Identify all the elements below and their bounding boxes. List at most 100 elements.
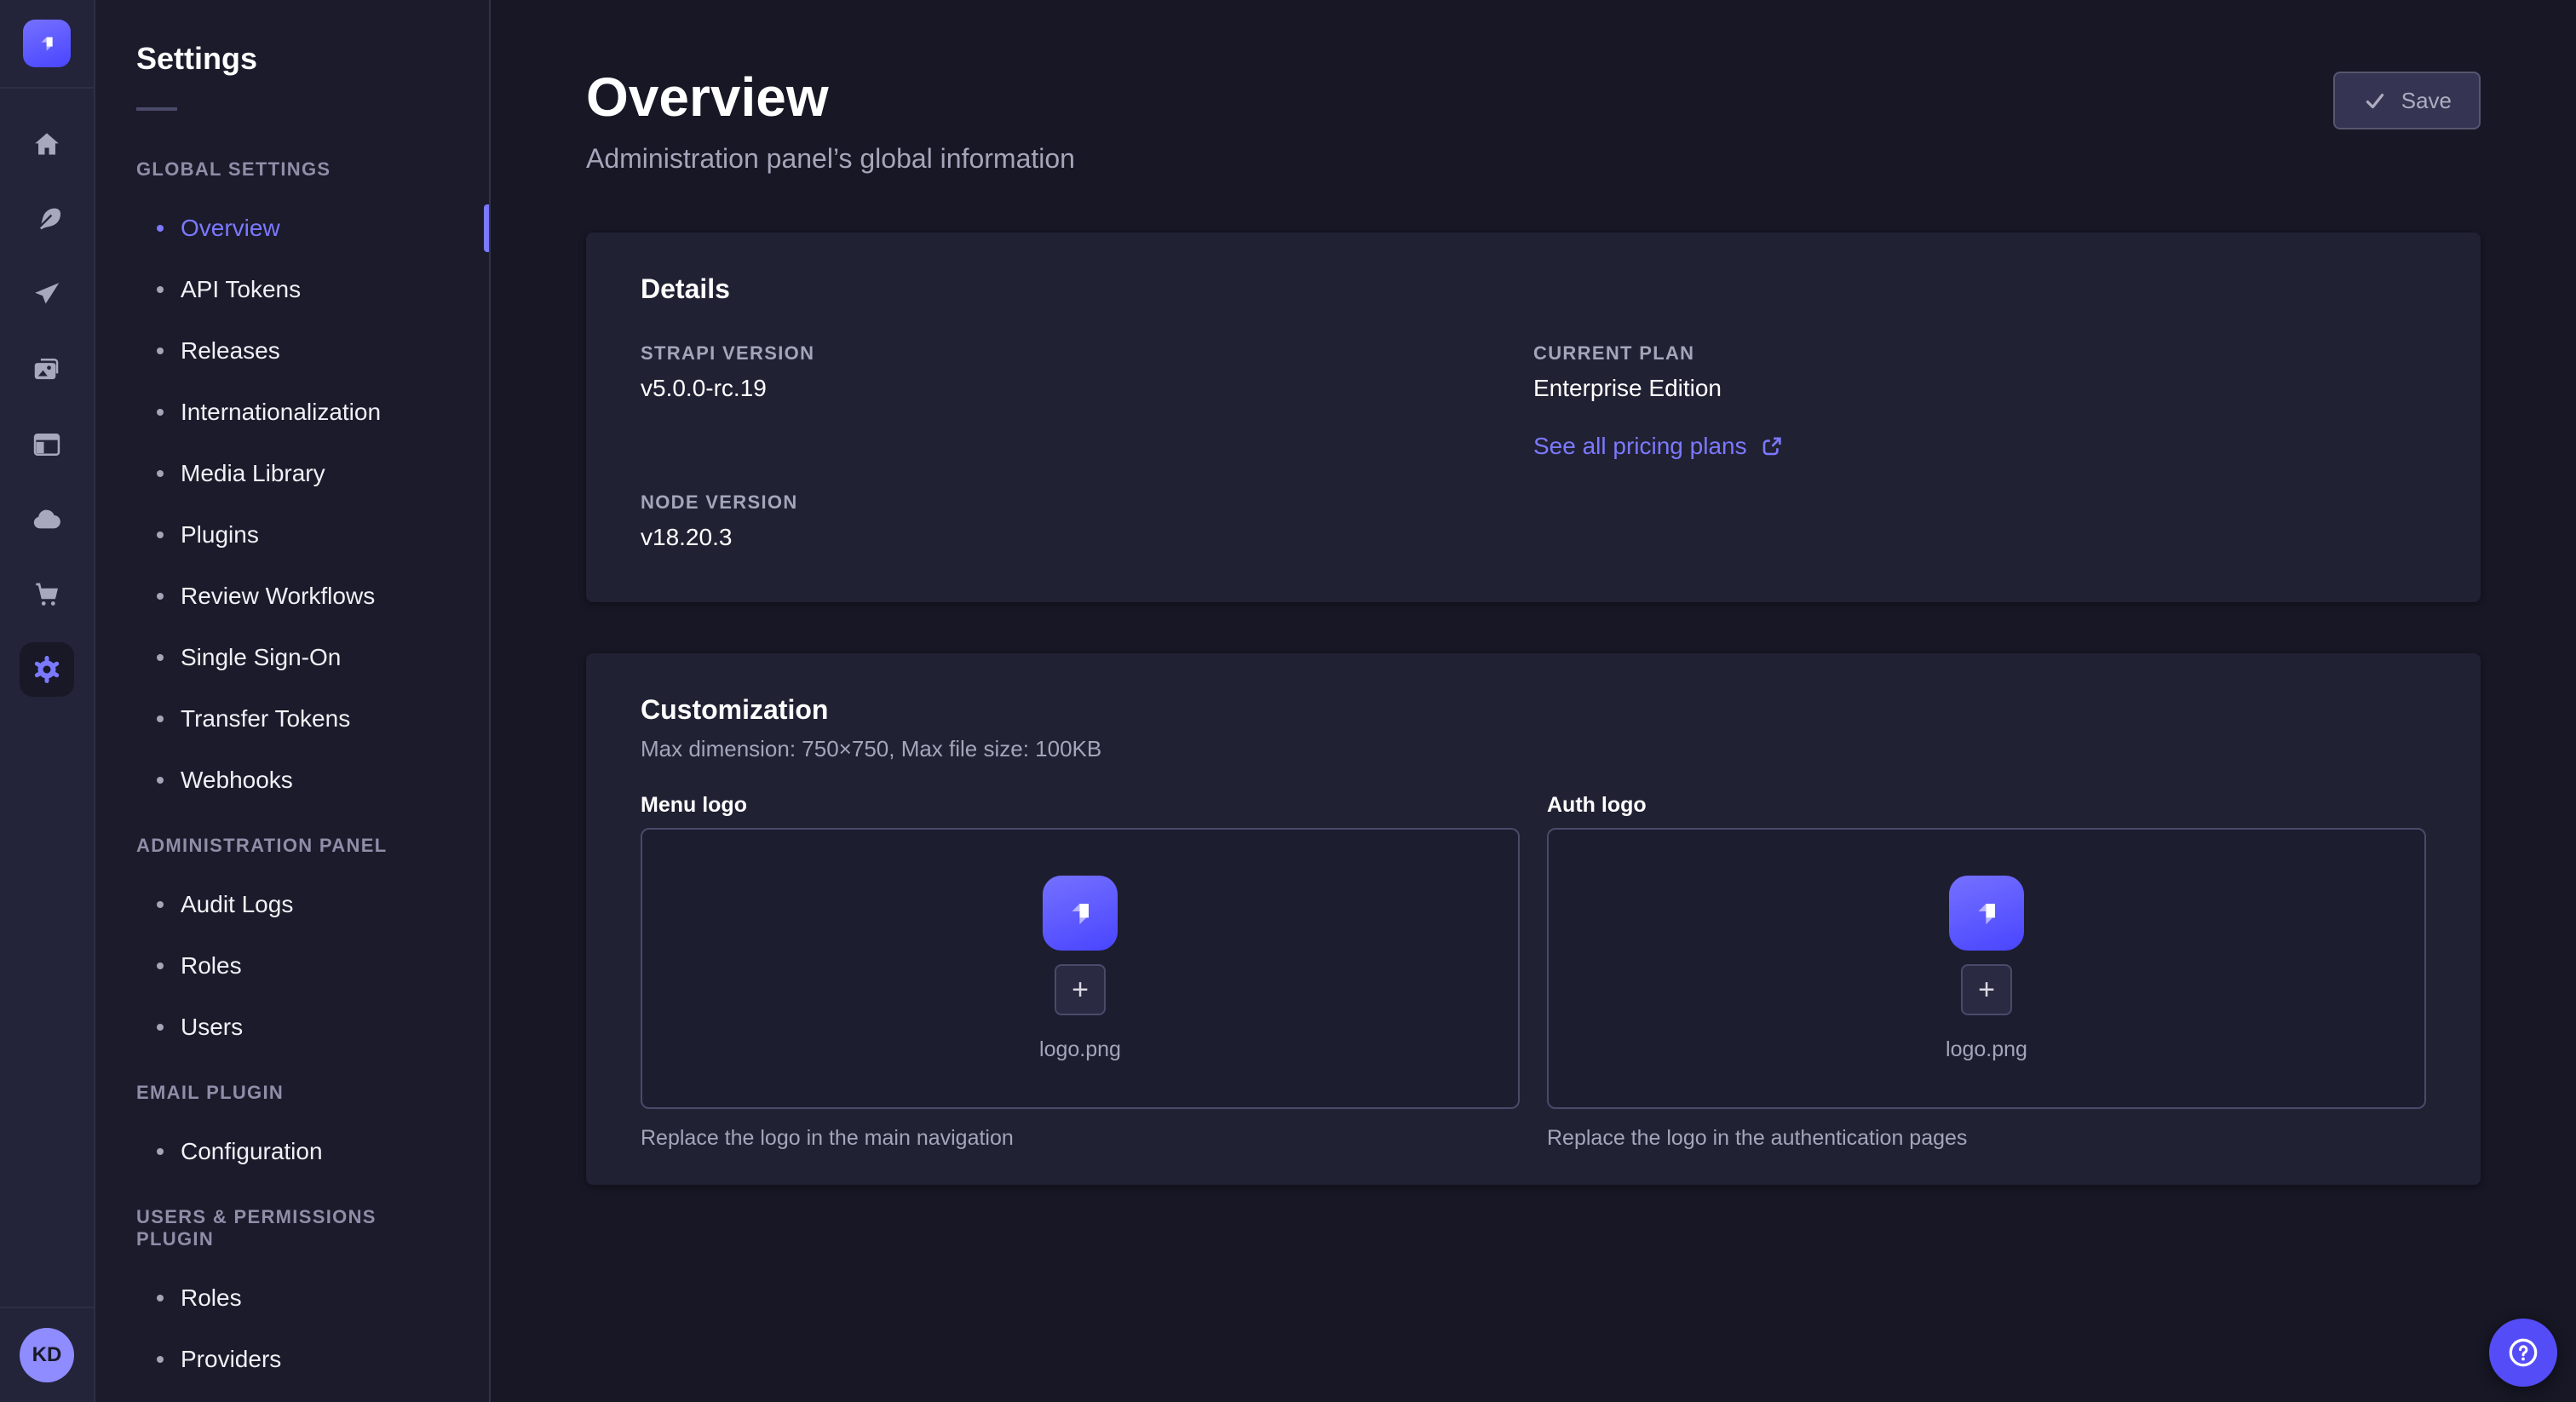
sidebar-item-media-library[interactable]: Media Library (95, 443, 489, 504)
section-label: ADMINISTRATION PANEL (136, 835, 448, 857)
sidebar-item-up-roles[interactable]: Roles (95, 1267, 489, 1329)
item-bullet (157, 409, 164, 416)
page-title: Overview (586, 65, 1075, 129)
auth-logo-field: Auth logo + logo.png Replace the logo (1547, 793, 2426, 1151)
rail-icon-list (20, 89, 74, 697)
field-value: Enterprise Edition (1533, 375, 2426, 402)
auth-logo-upload-zone[interactable]: + logo.png (1547, 828, 2426, 1109)
customization-card-subtitle: Max dimension: 750×750, Max file size: 1… (641, 736, 2426, 762)
sidebar-item-label: Internationalization (181, 399, 381, 426)
section-global-settings: GLOBAL SETTINGS Overview API Tokens Rele… (95, 158, 489, 811)
page-header-text: Overview Administration panel’s global i… (586, 65, 1075, 175)
menu-logo-label: Menu logo (641, 793, 1520, 818)
plus-icon: + (1072, 975, 1089, 1004)
sidebar-item-label: Audit Logs (181, 891, 293, 918)
active-indicator (484, 204, 489, 252)
media-library-icon[interactable] (20, 342, 74, 397)
sidebar-item-label: Single Sign-On (181, 644, 341, 671)
sidebar-item-label: Overview (181, 215, 280, 242)
sidebar-item-audit-logs[interactable]: Audit Logs (95, 874, 489, 935)
item-bullet (157, 470, 164, 477)
item-bullet (157, 654, 164, 661)
item-bullet (157, 1356, 164, 1363)
sidebar-item-api-tokens[interactable]: API Tokens (95, 259, 489, 320)
menu-logo-upload-zone[interactable]: + logo.png (641, 828, 1520, 1109)
strapi-bolt-glyph (1966, 893, 2007, 934)
strapi-version-field: STRAPI VERSION v5.0.0-rc.19 (641, 342, 1533, 461)
rail-logo-section (0, 0, 94, 89)
settings-subnav: Settings GLOBAL SETTINGS Overview API To… (95, 0, 491, 1402)
field-value: v18.20.3 (641, 524, 1533, 551)
pricing-plans-link-label: See all pricing plans (1533, 433, 1747, 460)
details-card-title: Details (641, 273, 2426, 305)
auth-logo-hint: Replace the logo in the authentication p… (1547, 1126, 2426, 1151)
item-bullet (157, 1148, 164, 1155)
sidebar-item-label: Review Workflows (181, 583, 375, 610)
sidebar-item-overview[interactable]: Overview (95, 198, 489, 259)
main-nav-rail: KD (0, 0, 95, 1402)
section-email-plugin: EMAIL PLUGIN Configuration (95, 1082, 489, 1182)
sidebar-item-internationalization[interactable]: Internationalization (95, 382, 489, 443)
strapi-bolt-glyph (1060, 893, 1101, 934)
field-label: CURRENT PLAN (1533, 342, 2426, 365)
sidebar-item-label: Media Library (181, 460, 325, 487)
sidebar-item-label: Releases (181, 337, 280, 365)
customization-card-title: Customization (641, 694, 2426, 726)
add-logo-button[interactable]: + (1961, 964, 2012, 1015)
details-grid: STRAPI VERSION v5.0.0-rc.19 CURRENT PLAN… (641, 342, 2426, 551)
sidebar-item-label: Configuration (181, 1138, 323, 1165)
sidebar-item-single-sign-on[interactable]: Single Sign-On (95, 627, 489, 688)
field-value: v5.0.0-rc.19 (641, 375, 1533, 402)
current-plan-field: CURRENT PLAN Enterprise Edition See all … (1533, 342, 2426, 461)
gear-icon[interactable] (20, 642, 74, 697)
sidebar-item-label: Providers (181, 1346, 281, 1373)
sidebar-item-users[interactable]: Users (95, 997, 489, 1058)
menu-logo-hint: Replace the logo in the main navigation (641, 1126, 1520, 1151)
sidebar-item-label: Webhooks (181, 767, 293, 794)
sidebar-item-providers[interactable]: Providers (95, 1329, 489, 1390)
page-header: Overview Administration panel’s global i… (586, 65, 2481, 175)
strapi-logo-icon[interactable] (23, 20, 71, 67)
cart-icon[interactable] (20, 567, 74, 622)
home-icon[interactable] (20, 118, 74, 172)
section-users-permissions-plugin: USERS & PERMISSIONS PLUGIN Roles Provide… (95, 1206, 489, 1390)
item-bullet (157, 715, 164, 722)
layout-icon[interactable] (20, 417, 74, 472)
settings-subnav-header: Settings (95, 0, 489, 111)
strapi-logo-preview-icon (1043, 876, 1118, 951)
page-subtitle: Administration panel’s global informatio… (586, 143, 1075, 175)
user-avatar[interactable]: KD (20, 1328, 74, 1382)
paper-plane-icon[interactable] (20, 267, 74, 322)
grid-empty-cell (1533, 491, 2426, 551)
help-button[interactable] (2489, 1319, 2557, 1387)
field-label: STRAPI VERSION (641, 342, 1533, 365)
main-content: Overview Administration panel’s global i… (491, 0, 2576, 1402)
sidebar-item-label: Roles (181, 1284, 242, 1312)
sidebar-item-label: API Tokens (181, 276, 301, 303)
customization-card: Customization Max dimension: 750×750, Ma… (586, 653, 2481, 1185)
sidebar-item-admin-roles[interactable]: Roles (95, 935, 489, 997)
sidebar-item-label: Transfer Tokens (181, 705, 350, 733)
sidebar-item-plugins[interactable]: Plugins (95, 504, 489, 566)
strapi-logo-preview-icon (1949, 876, 2024, 951)
item-bullet (157, 962, 164, 969)
sidebar-item-releases[interactable]: Releases (95, 320, 489, 382)
strapi-bolt-glyph (33, 30, 60, 57)
save-button[interactable]: Save (2333, 72, 2481, 129)
add-logo-button[interactable]: + (1055, 964, 1106, 1015)
pricing-plans-link[interactable]: See all pricing plans (1533, 433, 1783, 460)
item-bullet (157, 1024, 164, 1031)
save-button-label: Save (2401, 88, 2452, 114)
sidebar-item-review-workflows[interactable]: Review Workflows (95, 566, 489, 627)
node-version-field: NODE VERSION v18.20.3 (641, 491, 1533, 551)
sidebar-item-label: Plugins (181, 521, 259, 549)
sidebar-item-label: Users (181, 1014, 243, 1041)
section-label: GLOBAL SETTINGS (136, 158, 448, 181)
settings-title: Settings (136, 41, 448, 77)
sidebar-item-transfer-tokens[interactable]: Transfer Tokens (95, 688, 489, 750)
sidebar-item-webhooks[interactable]: Webhooks (95, 750, 489, 811)
item-bullet (157, 1295, 164, 1301)
cloud-icon[interactable] (20, 492, 74, 547)
feather-icon[interactable] (20, 192, 74, 247)
sidebar-item-email-configuration[interactable]: Configuration (95, 1121, 489, 1182)
